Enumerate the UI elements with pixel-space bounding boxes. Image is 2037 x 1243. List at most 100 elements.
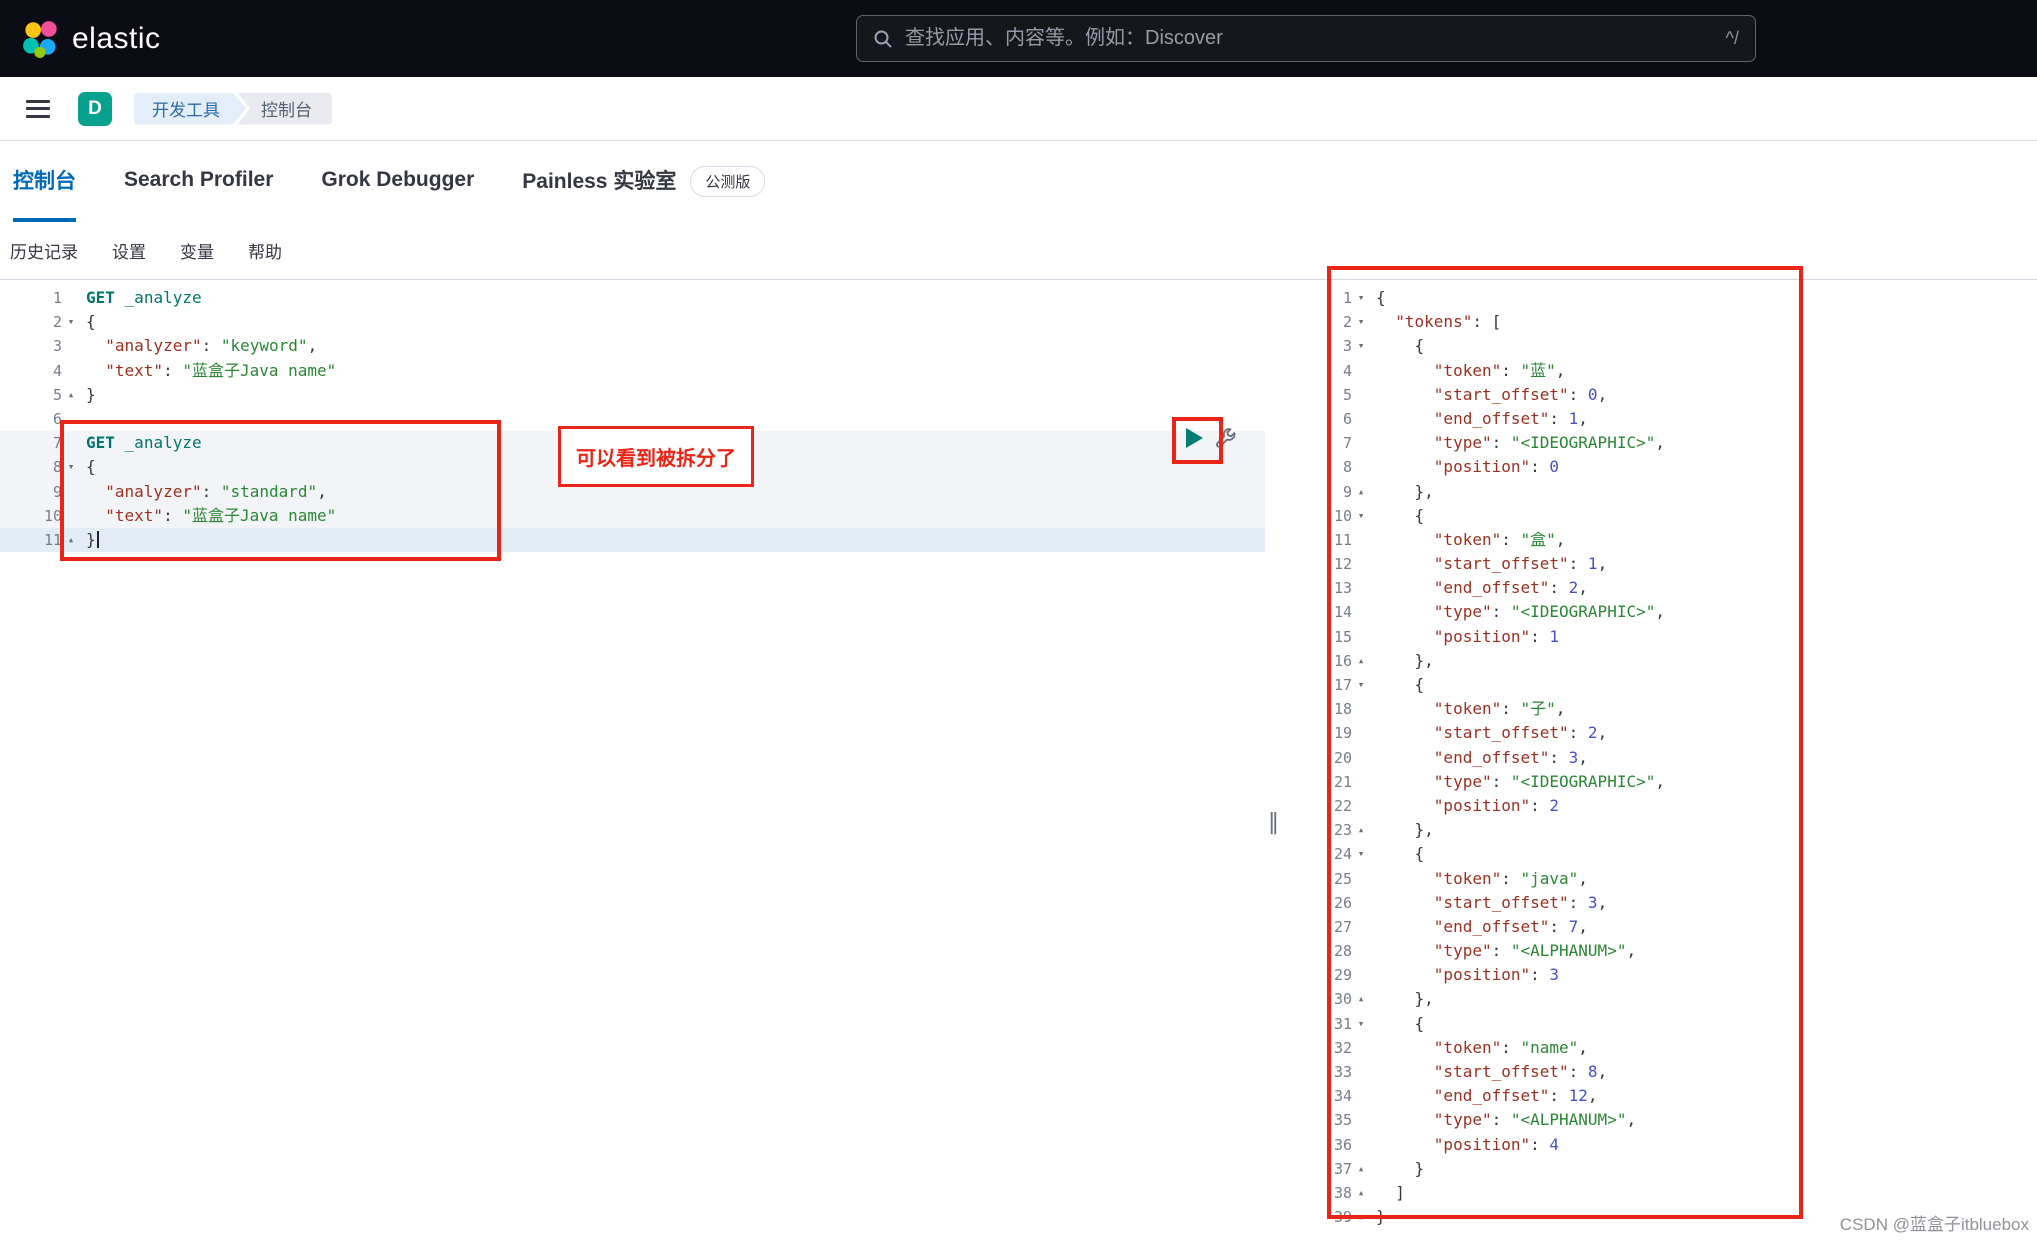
menu-icon[interactable] <box>26 99 50 118</box>
code-text: "end_offset": 7, <box>1433 916 1588 936</box>
fold-toggle-icon[interactable]: ▴ <box>1352 987 1370 1011</box>
code-text: "start_offset": 0, <box>1433 384 1608 404</box>
line-number: 17 <box>1333 676 1352 694</box>
line-gutter: 25 <box>1290 867 1370 891</box>
toolbar-variables[interactable]: 变量 <box>180 238 214 263</box>
line-gutter: 14 <box>1290 600 1370 624</box>
fold-toggle-icon[interactable]: ▴ <box>1352 1181 1370 1205</box>
fold-toggle-icon[interactable]: ▾ <box>62 455 80 479</box>
line-number: 15 <box>1333 627 1352 646</box>
code-line-8[interactable]: 8 ▾ { <box>0 455 1265 480</box>
fold-toggle-icon[interactable]: ▴ <box>1352 480 1370 504</box>
code-line-4[interactable]: 4 "text": "蓝盒子Java name" <box>0 359 1265 383</box>
line-gutter: 10 ▾ <box>1290 504 1370 528</box>
line-gutter: 4 <box>1290 359 1370 383</box>
line-gutter: 34 <box>1290 1084 1370 1108</box>
fold-toggle-icon[interactable]: ▾ <box>1352 673 1370 697</box>
tab-painless-lab[interactable]: Painless 实验室 <box>522 141 676 222</box>
line-gutter: 9 <box>0 480 80 504</box>
line-number: 8 <box>52 458 62 477</box>
code-line-7[interactable]: 7 GET _analyze <box>0 431 1265 456</box>
code-text: "position": 3 <box>1433 965 1560 985</box>
search-input[interactable] <box>905 27 1716 50</box>
line-number: 32 <box>1333 1038 1352 1057</box>
tab-console[interactable]: 控制台 <box>13 141 76 222</box>
fold-toggle-icon[interactable]: ▾ <box>1352 286 1370 310</box>
line-number: 29 <box>1333 966 1352 985</box>
code-text: { <box>1376 336 1425 356</box>
line-number: 4 <box>1342 361 1352 380</box>
line-gutter: 10 <box>0 504 80 528</box>
code-text: "start_offset": 8, <box>1433 1062 1608 1081</box>
fold-toggle-icon[interactable]: ▾ <box>1352 504 1370 528</box>
toolbar-help[interactable]: 帮助 <box>248 238 282 263</box>
global-search-bar[interactable]: ^/ <box>856 15 1756 62</box>
line-gutter: 4 <box>0 359 80 383</box>
line-gutter: 26 <box>1290 891 1370 915</box>
toolbar-history[interactable]: 历史记录 <box>10 238 78 263</box>
fold-toggle-icon[interactable]: ▴ <box>1352 649 1370 673</box>
line-number: 5 <box>52 385 62 404</box>
breadcrumb-dev-tools[interactable]: 开发工具 <box>134 93 246 125</box>
line-gutter: 12 <box>1290 552 1370 576</box>
request-editor-panel[interactable]: 1 GET _analyze 2 ▾{3 "analyzer": "keyword",… <box>0 280 1265 1243</box>
code-line-34: 34 "end_offset": 12, <box>1290 1084 2037 1108</box>
panel-resizer-handle[interactable]: ‖ <box>1268 810 1279 835</box>
code-line-13: 13 "end_offset": 2, <box>1290 576 2037 600</box>
elastic-logo-icon[interactable] <box>22 20 60 58</box>
code-line-32: 32 "token": "name", <box>1290 1036 2037 1060</box>
console-toolbar: 历史记录 设置 变量 帮助 <box>0 222 2037 280</box>
breadcrumb-console[interactable]: 控制台 <box>237 92 332 125</box>
line-number: 35 <box>1333 1111 1352 1130</box>
line-gutter: 2 ▾ <box>1290 310 1370 334</box>
code-line-1: 1 ▾ { <box>1290 286 2037 310</box>
line-number: 6 <box>1342 409 1352 428</box>
code-line-33: 33 "start_offset": 8, <box>1290 1060 2037 1084</box>
fold-toggle-icon[interactable]: ▴ <box>1352 818 1370 842</box>
code-text: "start_offset": 2, <box>1433 723 1608 743</box>
line-number: 3 <box>1342 337 1352 356</box>
code-text: "tokens": [ <box>1395 312 1502 332</box>
fold-toggle-icon[interactable]: ▾ <box>1352 842 1370 866</box>
code-line-10[interactable]: 10 "text": "蓝盒子Java name" <box>0 503 1265 528</box>
code-line-11[interactable]: 11 ▴} <box>0 527 1265 553</box>
line-number: 1 <box>52 289 62 307</box>
line-number: 36 <box>1333 1135 1352 1154</box>
toolbar-settings[interactable]: 设置 <box>112 238 146 263</box>
fold-toggle-icon[interactable]: ▾ <box>1352 310 1370 334</box>
fold-toggle-icon[interactable]: ▴ <box>1352 1205 1370 1229</box>
line-number: 19 <box>1333 724 1352 743</box>
tab-search-profiler[interactable]: Search Profiler <box>124 141 273 222</box>
code-text: "end_offset": 2, <box>1433 578 1588 598</box>
code-line-24: 24 ▾ { <box>1290 842 2037 866</box>
line-number: 12 <box>1333 555 1352 574</box>
tab-grok-debugger[interactable]: Grok Debugger <box>321 141 474 222</box>
code-text: "end_offset": 3, <box>1433 747 1588 767</box>
code-line-2: 2 ▾ "tokens": [ <box>1290 310 2037 334</box>
fold-toggle-icon[interactable]: ▾ <box>62 310 80 334</box>
request-options-wrench-icon[interactable] <box>1214 427 1238 451</box>
code-text: }, <box>1376 481 1434 501</box>
code-line-21: 21 "type": "<IDEOGRAPHIC>", <box>1290 770 2037 794</box>
send-request-button[interactable] <box>1186 428 1203 448</box>
code-text: { <box>1376 844 1425 864</box>
code-line-3[interactable]: 3 "analyzer": "keyword", <box>0 334 1265 358</box>
code-line-2[interactable]: 2 ▾ { <box>0 310 1265 334</box>
code-text: "token": "盒", <box>1433 529 1566 549</box>
line-number: 25 <box>1333 869 1352 888</box>
code-text: "text": "蓝盒子Java name" <box>105 360 337 380</box>
code-line-9[interactable]: 9 "analyzer": "standard", <box>0 479 1265 504</box>
space-avatar[interactable]: D <box>78 91 112 126</box>
fold-toggle-icon[interactable]: ▴ <box>1352 1157 1370 1181</box>
code-line-5[interactable]: 5 ▴} <box>0 383 1265 407</box>
line-number: 8 <box>1342 458 1352 477</box>
code-line-1[interactable]: 1 GET _analyze <box>0 286 1265 310</box>
fold-toggle-icon[interactable]: ▴ <box>62 383 80 407</box>
line-gutter: 21 <box>1290 770 1370 794</box>
code-line-18: 18 "token": "子", <box>1290 697 2037 721</box>
fold-toggle-icon[interactable]: ▴ <box>62 528 80 552</box>
fold-toggle-icon[interactable]: ▾ <box>1352 334 1370 358</box>
fold-toggle-icon[interactable]: ▾ <box>1352 1012 1370 1036</box>
code-line-6[interactable]: 6 <box>0 407 1265 431</box>
code-text: "type": "<ALPHANUM>", <box>1433 1110 1637 1130</box>
